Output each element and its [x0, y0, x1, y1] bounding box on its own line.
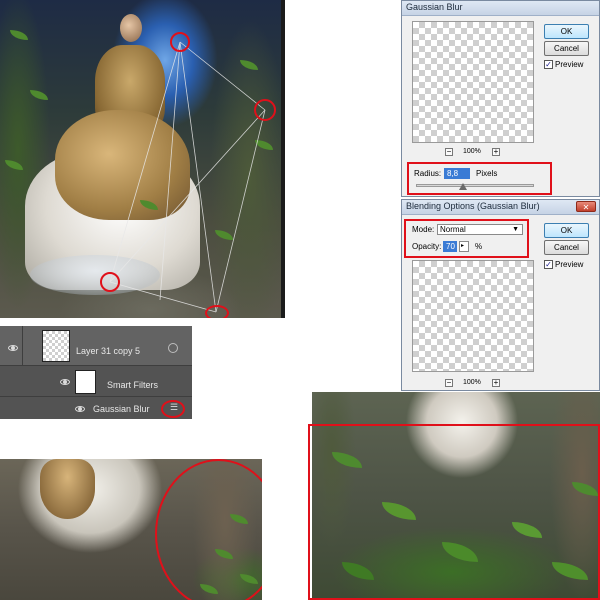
annotation-circle	[205, 305, 229, 318]
eye-icon[interactable]	[75, 406, 85, 412]
annotation-box	[404, 219, 529, 258]
main-photo	[0, 0, 285, 318]
cancel-button[interactable]: Cancel	[544, 41, 589, 56]
ok-button[interactable]: OK	[544, 24, 589, 39]
zoom-in-button[interactable]: +	[492, 379, 500, 387]
annotation-circle	[155, 459, 262, 600]
perspective-lines	[109, 41, 266, 313]
close-icon[interactable]: ✕	[576, 201, 596, 212]
ok-button[interactable]: OK	[544, 223, 589, 238]
dialog-title: Blending Options (Gaussian Blur)	[406, 201, 540, 211]
preview-checkbox[interactable]: ✓	[544, 260, 553, 269]
zoom-in-button[interactable]: +	[492, 148, 500, 156]
annotation-circle	[170, 32, 190, 52]
preview-label: Preview	[555, 60, 584, 69]
zoom-level: 100%	[463, 379, 481, 386]
layer-name: Layer 31 copy 5	[76, 346, 141, 356]
filter-mask-thumbnail	[75, 370, 96, 394]
annotation-circle	[161, 400, 185, 418]
detail-crop-before	[0, 459, 262, 600]
annotation-box	[308, 424, 600, 600]
dress-gold-drape	[40, 459, 95, 519]
annotation-circle	[100, 272, 120, 292]
layer-thumbnail	[42, 330, 70, 362]
dialog-titlebar[interactable]: Blending Options (Gaussian Blur) ✕	[402, 200, 599, 215]
zoom-level: 100%	[463, 148, 481, 155]
eye-icon[interactable]	[8, 345, 18, 351]
preview-canvas[interactable]	[412, 260, 534, 372]
smart-filters-row[interactable]: Smart Filters	[0, 367, 192, 397]
zoom-out-button[interactable]: −	[445, 148, 453, 156]
annotation-circle	[254, 99, 276, 121]
layer-row[interactable]: Layer 31 copy 5	[0, 326, 192, 366]
smart-filters-label: Smart Filters	[107, 380, 159, 390]
eye-icon[interactable]	[60, 379, 70, 385]
filter-name: Gaussian Blur	[93, 404, 150, 414]
smart-object-icon	[168, 343, 178, 353]
preview-canvas[interactable]	[412, 21, 534, 143]
zoom-out-button[interactable]: −	[445, 379, 453, 387]
preview-checkbox[interactable]: ✓	[544, 60, 553, 69]
preview-label: Preview	[555, 260, 584, 269]
dialog-title: Gaussian Blur	[406, 2, 463, 12]
annotation-box	[407, 162, 552, 195]
dialog-titlebar[interactable]: Gaussian Blur	[402, 1, 599, 16]
layers-panel: Layer 31 copy 5 Smart Filters Gaussian B…	[0, 326, 192, 419]
cancel-button[interactable]: Cancel	[544, 240, 589, 255]
